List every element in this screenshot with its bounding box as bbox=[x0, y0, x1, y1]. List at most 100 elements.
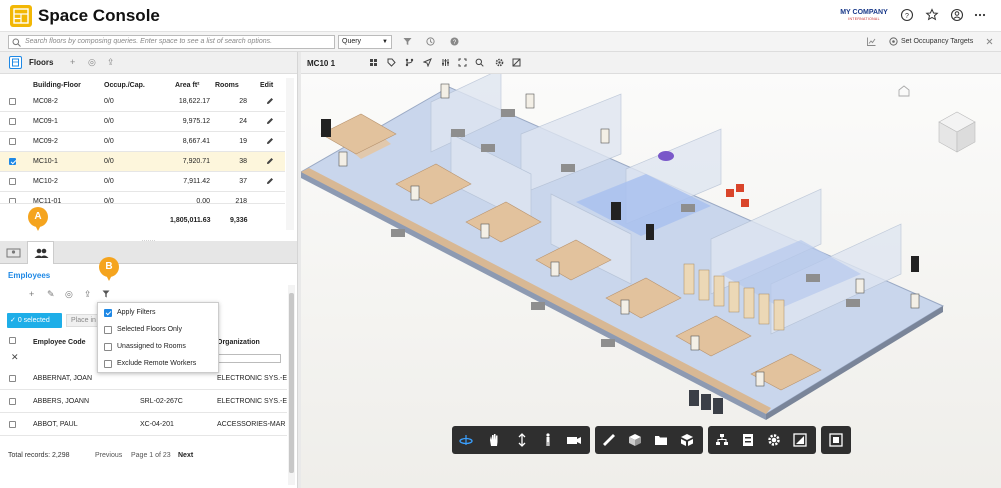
tab-employees[interactable] bbox=[27, 241, 54, 264]
share-icon[interactable] bbox=[422, 58, 432, 69]
visibility-off-icon[interactable] bbox=[512, 58, 521, 69]
floor-row[interactable]: MC11-01 0/0 0.00 218 bbox=[0, 192, 285, 204]
floor-rooms: 37 bbox=[239, 178, 247, 185]
filter-menu-checkbox[interactable] bbox=[104, 326, 112, 334]
select-icon[interactable]: ◎ bbox=[88, 57, 96, 68]
col-employee-code[interactable]: Employee Code bbox=[33, 339, 86, 346]
search-help-icon[interactable]: ? bbox=[450, 37, 459, 48]
edit-pencil-icon[interactable] bbox=[266, 157, 274, 167]
col-rooms[interactable]: Rooms bbox=[215, 82, 239, 89]
query-select[interactable]: Query ▼ bbox=[338, 35, 392, 49]
col-organization[interactable]: Organization bbox=[217, 339, 260, 346]
floor-row[interactable]: MC10-1 0/0 7,920.71 38 bbox=[0, 152, 285, 172]
floor-row[interactable]: MC10-2 0/0 7,911.42 37 bbox=[0, 172, 285, 192]
favorites-icon[interactable] bbox=[925, 8, 939, 22]
floor-row-checkbox[interactable] bbox=[9, 198, 16, 203]
search-input[interactable]: Search floors by composing queries. Ente… bbox=[8, 35, 335, 49]
zoom-search-icon[interactable] bbox=[475, 58, 484, 69]
set-occupancy-targets-button[interactable]: Set Occupancy Targets bbox=[901, 36, 973, 48]
properties-icon[interactable] bbox=[740, 432, 756, 448]
walk-icon[interactable] bbox=[540, 432, 556, 448]
filter-menu-item[interactable]: Unassigned to Rooms bbox=[104, 342, 216, 354]
floor-row-checkbox[interactable] bbox=[9, 178, 16, 185]
employees-filter-icon[interactable] bbox=[102, 290, 110, 300]
employee-row[interactable]: ABBERS, JOANN SRL-02-267C ELECTRONIC SYS.-… bbox=[0, 391, 287, 413]
floor-row-checkbox[interactable] bbox=[9, 118, 16, 125]
screenshot-icon[interactable] bbox=[828, 432, 844, 448]
floor-row[interactable]: MC09-2 0/0 8,667.41 19 bbox=[0, 132, 285, 152]
floor-row-checkbox[interactable] bbox=[9, 98, 16, 105]
filter-icon[interactable] bbox=[403, 37, 412, 48]
tab-rooms[interactable] bbox=[0, 241, 27, 264]
floor-row[interactable]: MC09-1 0/0 9,975.12 24 bbox=[0, 112, 285, 132]
sliders-icon[interactable] bbox=[441, 58, 450, 69]
col-area[interactable]: Area ft² bbox=[175, 82, 200, 89]
section-icon[interactable] bbox=[627, 432, 643, 448]
previous-page-button[interactable]: Previous bbox=[95, 452, 122, 459]
settings-gear-icon[interactable] bbox=[766, 432, 782, 448]
edit-employee-icon[interactable]: ✎ bbox=[47, 289, 55, 300]
pan-icon[interactable] bbox=[486, 432, 502, 448]
employees-scrollbar[interactable] bbox=[288, 285, 295, 485]
employee-row-checkbox[interactable] bbox=[9, 421, 16, 428]
edit-pencil-icon[interactable] bbox=[266, 117, 274, 127]
chevron-down-icon: ▼ bbox=[382, 39, 388, 45]
filter-menu-checkbox[interactable] bbox=[104, 343, 112, 351]
bottom-tabs bbox=[0, 241, 297, 264]
search-placeholder: Search floors by composing queries. Ente… bbox=[25, 38, 273, 45]
collapse-icon[interactable] bbox=[985, 37, 994, 48]
employee-row-checkbox[interactable] bbox=[9, 375, 16, 382]
app-header: Space Console MY COMPANY INTERNATIONAL ? bbox=[0, 0, 1001, 32]
filter-menu-label: Unassigned to Rooms bbox=[117, 343, 186, 350]
fullscreen-icon[interactable] bbox=[792, 432, 808, 448]
view-settings-icon[interactable] bbox=[495, 58, 504, 69]
folder-icon[interactable] bbox=[653, 432, 669, 448]
select-all-employees-checkbox[interactable] bbox=[9, 337, 16, 344]
export-icon[interactable]: ⇪ bbox=[107, 57, 115, 68]
app-logo-icon[interactable] bbox=[10, 5, 32, 27]
floor-area: 8,667.41 bbox=[182, 138, 210, 145]
filter-menu-label: Apply Filters bbox=[117, 309, 156, 316]
export-employees-icon[interactable]: ⇪ bbox=[84, 289, 92, 300]
panel-splitter[interactable] bbox=[0, 236, 297, 242]
organization-filter-input[interactable] bbox=[216, 354, 281, 363]
fit-view-icon[interactable] bbox=[458, 58, 467, 69]
filter-menu-item[interactable]: Apply Filters bbox=[104, 308, 216, 320]
branch-icon[interactable] bbox=[405, 58, 414, 69]
select-employee-icon[interactable]: ◎ bbox=[65, 289, 73, 300]
explode-model-icon[interactable] bbox=[679, 432, 695, 448]
filter-menu-item[interactable]: Selected Floors Only bbox=[104, 325, 216, 337]
tag-icon[interactable] bbox=[387, 58, 396, 69]
orbit-icon[interactable] bbox=[458, 432, 474, 448]
help-icon[interactable]: ? bbox=[900, 8, 914, 22]
filter-menu-item[interactable]: Exclude Remote Workers bbox=[104, 359, 216, 371]
user-profile-icon[interactable] bbox=[950, 8, 964, 22]
edit-pencil-icon[interactable] bbox=[266, 137, 274, 147]
add-employee-icon[interactable]: + bbox=[29, 289, 34, 299]
filter-menu-checkbox[interactable] bbox=[104, 360, 112, 368]
floors-scrollbar[interactable] bbox=[286, 78, 294, 230]
add-floor-icon[interactable]: + bbox=[70, 57, 75, 67]
col-building-floor[interactable]: Building-Floor bbox=[33, 82, 81, 89]
next-page-button[interactable]: Next bbox=[178, 452, 193, 459]
floor-row-checkbox[interactable] bbox=[9, 158, 16, 165]
measure-icon[interactable] bbox=[601, 432, 617, 448]
zoom-icon[interactable] bbox=[514, 432, 530, 448]
floor-row-checkbox[interactable] bbox=[9, 138, 16, 145]
employee-row-checkbox[interactable] bbox=[9, 398, 16, 405]
col-occupancy[interactable]: Occup./Cap. bbox=[104, 82, 145, 89]
edit-pencil-icon[interactable] bbox=[266, 177, 274, 187]
employee-row[interactable]: ABBOT, PAUL XC-04-201 ACCESSORIES-MAR bbox=[0, 414, 287, 436]
camera-icon[interactable] bbox=[566, 432, 582, 448]
chart-icon[interactable] bbox=[867, 37, 876, 48]
more-options-icon[interactable] bbox=[973, 8, 987, 22]
floor-row[interactable]: MC08-2 0/0 18,622.17 28 bbox=[0, 92, 285, 112]
floor-plan-icon[interactable] bbox=[369, 58, 378, 69]
filter-menu-checkbox[interactable] bbox=[104, 309, 112, 317]
history-icon[interactable] bbox=[426, 37, 435, 48]
edit-pencil-icon[interactable] bbox=[266, 97, 274, 107]
place-in-room-button[interactable]: Place in Room bbox=[66, 314, 98, 327]
clear-filter-icon[interactable]: ✕ bbox=[11, 352, 19, 363]
model-browser-icon[interactable] bbox=[714, 432, 730, 448]
selected-count-badge[interactable]: ✓ 0 selected bbox=[7, 313, 62, 328]
